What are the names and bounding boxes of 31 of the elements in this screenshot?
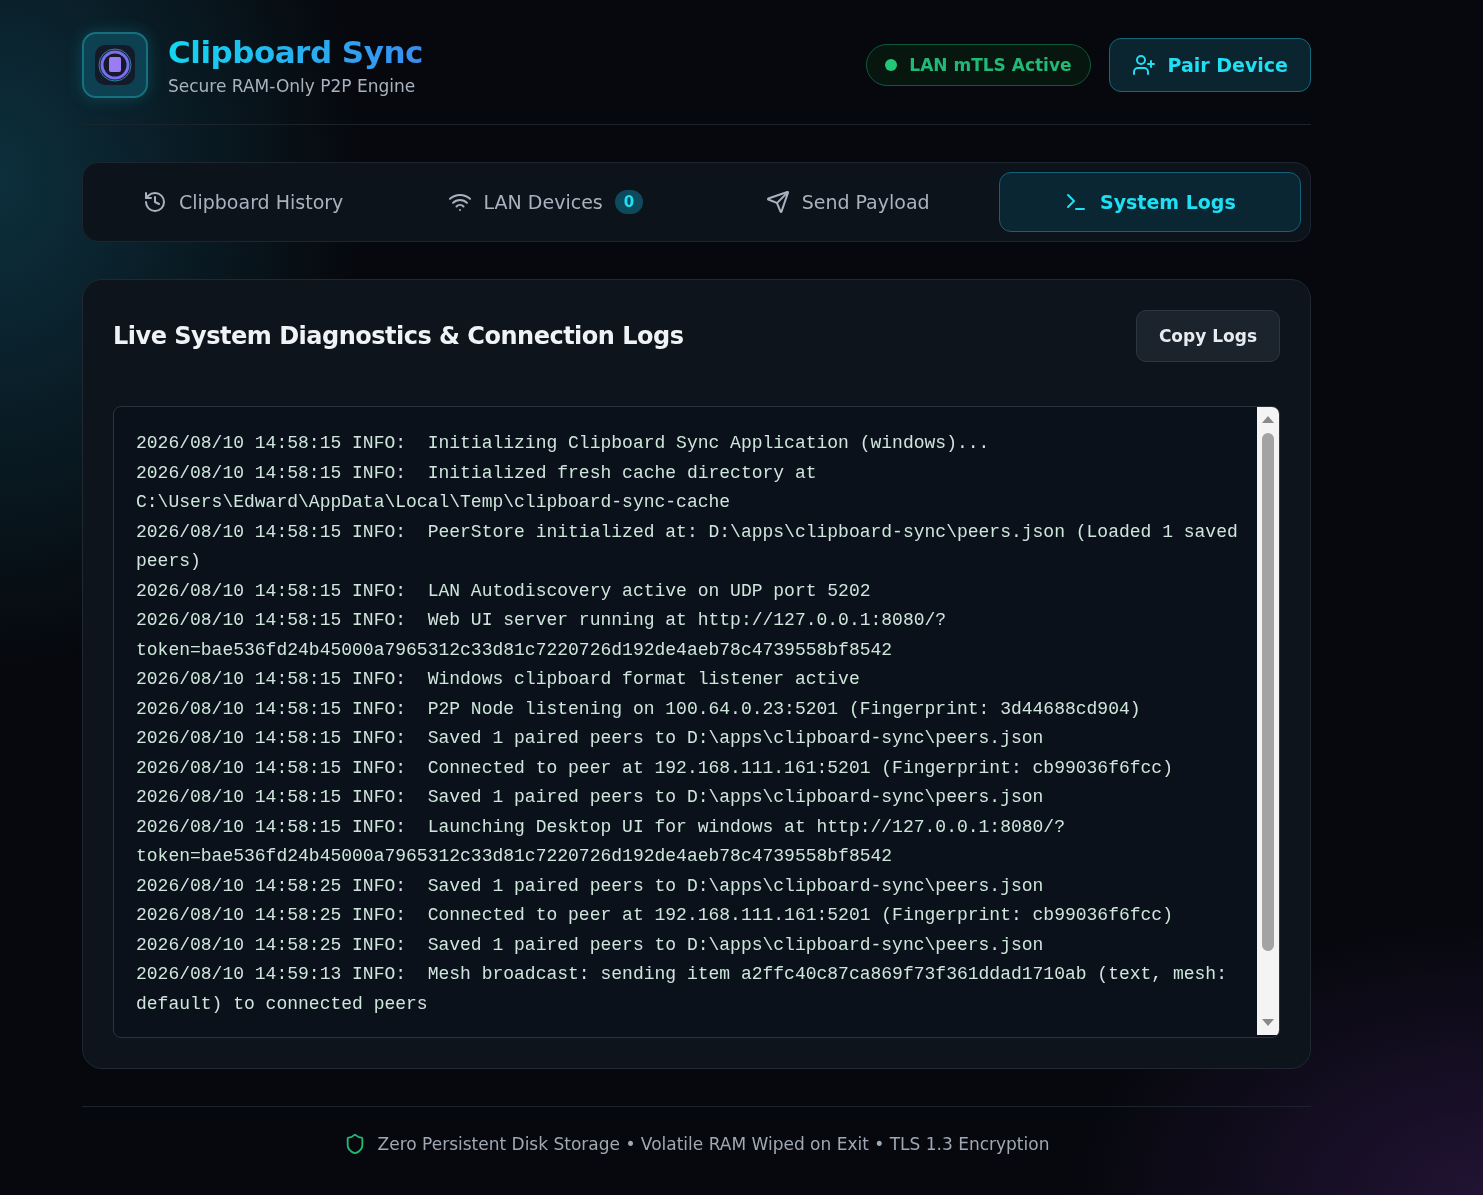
log-line: 2026/08/10 14:58:15 INFO: Connected to peer at 192.168.111.161:5201 (Fingerprint: cb99036f6fcc)	[136, 756, 1174, 780]
footer-text: Zero Persistent Disk Storage • Volatile RAM Wiped on Exit • TLS 1.3 Encryption	[377, 1134, 1050, 1154]
log-line: 2026/08/10 14:58:15 INFO: Initializing Clipboard Sync Application (windows)...	[136, 432, 991, 455]
app-subtitle: Secure RAM-Only P2P Engine	[168, 76, 417, 96]
tab[interactable]: LAN Devices 0	[394, 172, 697, 232]
tab[interactable]: Clipboard History	[92, 172, 395, 232]
log-line: 2026/08/10 14:58:15 INFO: P2P Node listening on 100.64.0.23:5201 (Fingerprint: 3d44688cd904)	[136, 697, 1142, 721]
log-line: 2026/08/10 14:59:13 INFO: Mesh broadcast: sending item a2ffc40c87ca869f73f361ddad1710ab (text, mesh: default) to connected peers	[136, 963, 1228, 1016]
log-line: 2026/08/10 14:58:25 INFO: Saved 1 paired peers to D:\apps\clipboard-sync\peers.json	[136, 874, 1045, 898]
add-user-icon	[1131, 53, 1156, 77]
log-line: 2026/08/10 14:58:15 INFO: Saved 1 paired peers to D:\apps\clipboard-sync\peers.json	[136, 727, 1045, 750]
status-label: LAN mTLS Active	[909, 55, 1072, 75]
count-badge: 0	[614, 190, 644, 214]
app-logo-icon	[82, 32, 148, 98]
tab[interactable]: System Logs	[998, 172, 1301, 232]
panel-title: Live System Diagnostics & Connection Logs	[113, 322, 684, 350]
scrollbar[interactable]	[1257, 407, 1279, 1035]
log-line: 2026/08/10 14:58:15 INFO: Web UI server running at http://127.0.0.1:8080/?token=bae536fd24b45000a7965312c33d81c7220726d192de4aeb78c4739558bf8542	[136, 609, 948, 662]
send-icon	[765, 190, 790, 214]
tab[interactable]: Send Payload	[696, 172, 999, 232]
log-line: 2026/08/10 14:58:15 INFO: Windows clipboard format listener active	[136, 668, 861, 691]
log-line: 2026/08/10 14:58:15 INFO: Launching Desktop UI for windows at http://127.0.0.1:8080/?token=bae536fd24b45000a7965312c33d81c7220726d192de4aeb78c4739558bf8542	[136, 815, 1066, 868]
log-line: 2026/08/10 14:58:15 INFO: PeerStore initialized at: D:\apps\clipboard-sync\peers.json (Loaded 1 saved peers)	[136, 520, 1239, 573]
history-icon	[142, 190, 167, 214]
log-line: 2026/08/10 14:58:15 INFO: Initialized fresh cache directory at C:\Users\Edward\AppData\Local\Temp\clipboard-sync-cache	[136, 461, 818, 514]
log-line: 2026/08/10 14:58:25 INFO: Connected to peer at 192.168.111.161:5201 (Fingerprint: cb99036f6fcc)	[136, 904, 1174, 927]
log-line: 2026/08/10 14:58:15 INFO: Saved 1 paired peers to D:\apps\clipboard-sync\peers.json	[136, 786, 1045, 809]
log-line: 2026/08/10 14:58:15 INFO: LAN Autodiscovery active on UDP port 5202	[136, 579, 872, 603]
pair-device-button[interactable]: Pair Device	[1108, 38, 1311, 92]
log-line: 2026/08/10 14:58:25 INFO: Saved 1 paired peers to D:\apps\clipboard-sync\peers.json	[136, 933, 1045, 957]
copy-logs-button[interactable]: Copy Logs	[1135, 310, 1280, 362]
